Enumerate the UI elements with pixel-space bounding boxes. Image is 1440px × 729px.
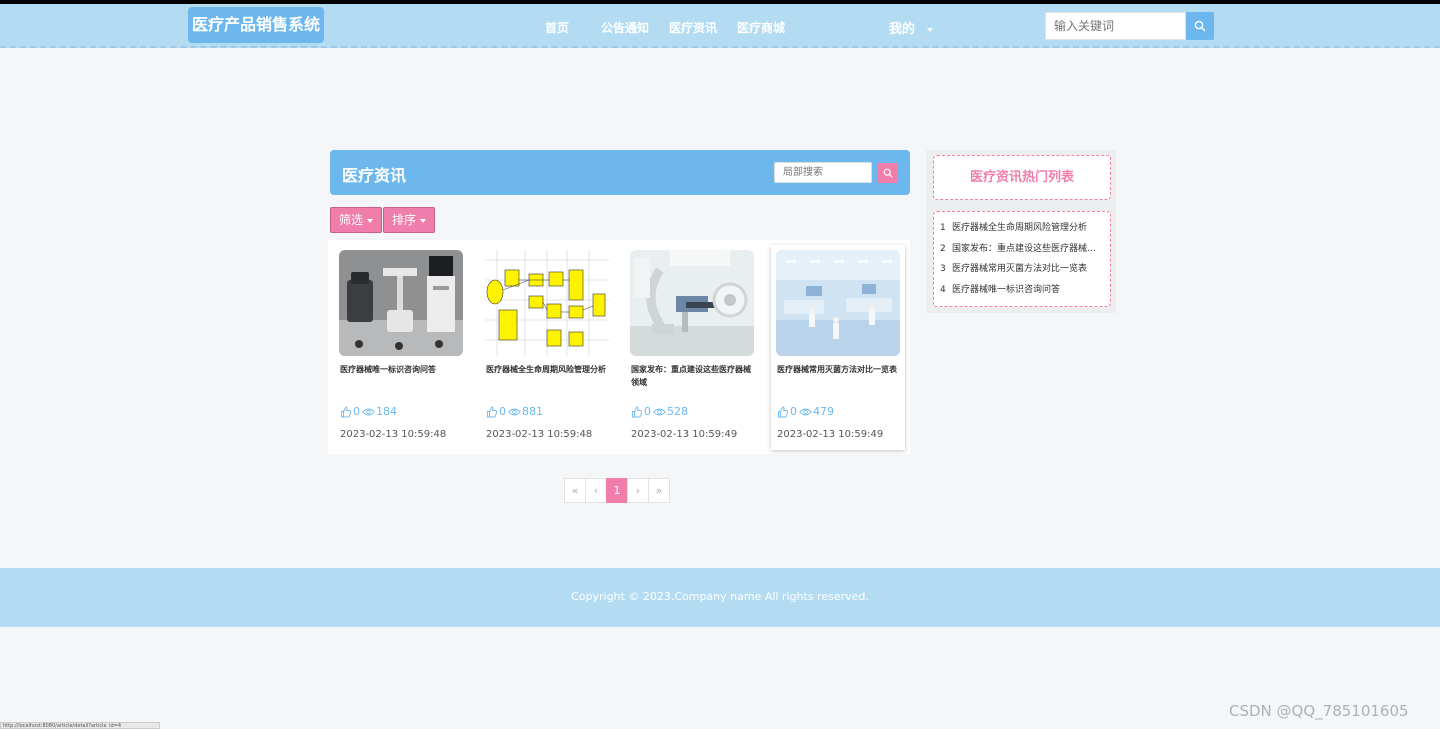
local-search-input[interactable] [774, 162, 872, 183]
nav-mine-label: 我的 [889, 22, 916, 37]
news-card-title[interactable]: 医疗器械全生命周期风险管理分析 [486, 363, 610, 376]
hot-news-rank: 2 [940, 243, 946, 254]
news-card-stats: 0 528 [631, 405, 688, 418]
nav-notice[interactable]: 公告通知 [601, 19, 649, 36]
news-card-title[interactable]: 医疗器械常用灭菌方法对比一览表 [777, 363, 901, 376]
news-card-date: 2023-02-13 10:59:48 [340, 429, 447, 440]
thumbs-up-icon[interactable] [340, 406, 352, 418]
eye-icon [799, 408, 812, 415]
page-last-button[interactable]: » [648, 478, 670, 503]
news-card-date: 2023-02-13 10:59:48 [486, 429, 593, 440]
header-search-input[interactable] [1045, 12, 1186, 40]
search-icon [1194, 20, 1206, 32]
news-thumbnail-imaging-room[interactable] [630, 250, 754, 356]
copyright-text: Copyright © 2023.Company name All rights… [571, 590, 869, 603]
news-card[interactable]: 医疗器械常用灭菌方法对比一览表 0 479 2023-02-13 10:59:4… [771, 245, 905, 450]
eye-icon [362, 408, 375, 415]
news-thumbnail-surgical-robot[interactable] [339, 250, 463, 356]
page-prev-button[interactable]: ‹ [585, 478, 607, 503]
news-panel-header: 医疗资讯 [330, 150, 910, 195]
hot-news-item[interactable]: 1 医疗器械全生命周期风险管理分析 [940, 218, 1104, 239]
hot-news-sidebar: 医疗资讯热门列表 1 医疗器械全生命周期风险管理分析 2 国家发布：重点建设这些医疗… [926, 150, 1116, 313]
news-card[interactable]: 医疗器械全生命周期风险管理分析 0 881 2023-02-13 10:59:4… [480, 245, 614, 450]
header-search-button[interactable] [1186, 12, 1214, 40]
eye-icon [508, 408, 521, 415]
hot-news-rank: 1 [940, 223, 946, 233]
like-count: 0 [790, 405, 797, 418]
thumbs-up-icon[interactable] [777, 406, 789, 418]
sort-label: 排序 [392, 213, 417, 227]
news-card-title[interactable]: 医疗器械唯一标识咨询问答 [340, 363, 464, 376]
sort-dropdown-button[interactable]: 排序 [383, 207, 436, 233]
hot-news-rank: 3 [940, 264, 946, 274]
hot-news-rank: 4 [940, 284, 946, 295]
hot-news-item[interactable]: 2 国家发布：重点建设这些医疗器械领域 [940, 239, 1104, 260]
header-search [1045, 12, 1214, 40]
nav-shop[interactable]: 医疗商城 [737, 19, 785, 36]
page-next-button[interactable]: › [627, 478, 649, 503]
hot-news-item-label: 医疗器械全生命周期风险管理分析 [952, 223, 1088, 233]
footer: Copyright © 2023.Company name All rights… [0, 568, 1440, 627]
hot-news-item[interactable]: 3 医疗器械常用灭菌方法对比一览表 [940, 259, 1104, 280]
header: 医疗产品销售系统 首页 公告通知 医疗资讯 医疗商城 我的 [0, 4, 1440, 48]
hot-news-item-label: 医疗器械唯一标识咨询问答 [952, 284, 1061, 295]
page-title: 医疗资讯 [342, 166, 407, 185]
view-count: 184 [376, 405, 397, 418]
page-current-button[interactable]: 1 [606, 478, 628, 503]
like-count: 0 [499, 405, 506, 418]
news-card-stats: 0 184 [340, 405, 397, 418]
nav-news[interactable]: 医疗资讯 [669, 19, 717, 36]
thumbs-up-icon[interactable] [631, 406, 643, 418]
like-count: 0 [644, 405, 651, 418]
view-count: 528 [667, 405, 688, 418]
hot-news-item-label: 医疗器械常用灭菌方法对比一览表 [952, 264, 1088, 274]
thumbs-up-icon[interactable] [486, 406, 498, 418]
watermark: CSDN @QQ_785101605 [1229, 702, 1409, 720]
news-card[interactable]: 国家发布：重点建设这些医疗器械领域 0 528 2023-02-13 10:59… [625, 245, 759, 450]
view-count: 881 [522, 405, 543, 418]
news-thumbnail-risk-flowchart[interactable] [485, 250, 609, 356]
news-card-stats: 0 881 [486, 405, 543, 418]
news-card-stats: 0 479 [777, 405, 834, 418]
news-card-grid: 医疗器械唯一标识咨询问答 0 184 2023-02-13 10:59:48 医… [328, 240, 910, 454]
hot-news-item[interactable]: 4 医疗器械唯一标识咨询问答 [940, 280, 1104, 301]
news-thumbnail-laboratory[interactable] [776, 250, 900, 356]
browser-status-url: http://localhost:8080/article/detail?art… [0, 722, 160, 729]
hot-news-list: 1 医疗器械全生命周期风险管理分析 2 国家发布：重点建设这些医疗器械领域 3 医疗器… [933, 211, 1111, 307]
news-card-title[interactable]: 国家发布：重点建设这些医疗器械领域 [631, 363, 755, 389]
view-count: 479 [813, 405, 834, 418]
filter-dropdown-button[interactable]: 筛选 [330, 207, 383, 233]
news-card-date: 2023-02-13 10:59:49 [631, 429, 738, 440]
news-card[interactable]: 医疗器械唯一标识咨询问答 0 184 2023-02-13 10:59:48 [334, 245, 468, 450]
news-card-date: 2023-02-13 10:59:49 [777, 429, 884, 440]
hot-news-title: 医疗资讯热门列表 [933, 155, 1111, 200]
search-icon [883, 168, 893, 178]
nav-home[interactable]: 首页 [545, 19, 569, 36]
page-first-button[interactable]: « [564, 478, 586, 503]
caret-down-icon [367, 218, 374, 223]
nav-mine-dropdown[interactable]: 我的 [889, 18, 934, 37]
filter-label: 筛选 [339, 213, 364, 227]
hot-news-item-label: 国家发布：重点建设这些医疗器械领域 [952, 243, 1104, 254]
brand-logo[interactable]: 医疗产品销售系统 [188, 7, 324, 43]
eye-icon [653, 408, 666, 415]
local-search-button[interactable] [877, 163, 898, 183]
caret-down-icon [927, 27, 934, 32]
like-count: 0 [353, 405, 360, 418]
pagination: « ‹ 1 › » [564, 478, 670, 503]
caret-down-icon [420, 218, 427, 223]
